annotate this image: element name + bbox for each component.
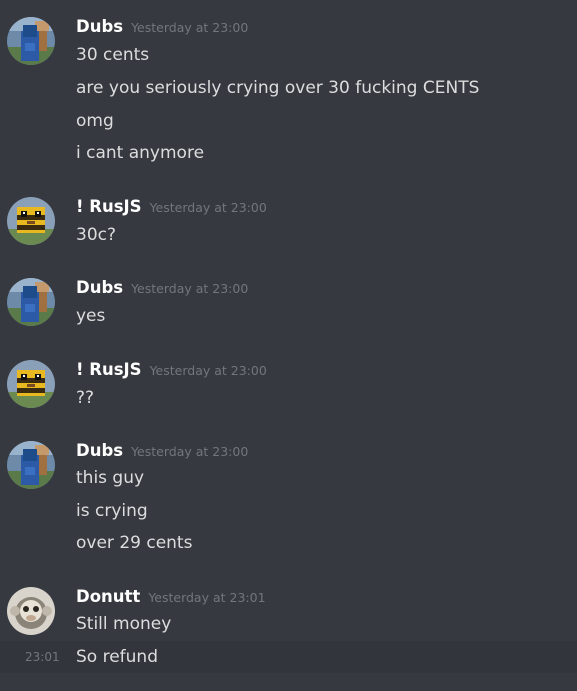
author-name[interactable]: Dubs	[76, 278, 123, 297]
message-text: Still money	[76, 614, 172, 634]
message-text: over 29 cents	[76, 533, 193, 553]
message-timestamp[interactable]: Yesterday at 23:00	[131, 281, 248, 296]
minecraft-blue-avatar-icon[interactable]	[7, 278, 55, 326]
monkey-avatar-icon[interactable]	[7, 587, 55, 635]
message-timestamp[interactable]: Yesterday at 23:00	[150, 200, 267, 215]
message-text: yes	[76, 306, 106, 326]
message-header: Dubs Yesterday at 23:00	[76, 441, 248, 465]
author-name[interactable]: Dubs	[76, 441, 123, 460]
author-name[interactable]: ! RusJS	[76, 197, 142, 216]
message-text: is crying	[76, 501, 148, 521]
message-text: this guy	[76, 468, 145, 488]
message-text: i cant anymore	[76, 143, 205, 163]
bee-avatar-icon[interactable]	[7, 360, 55, 408]
message-header: ! RusJS Yesterday at 23:00	[76, 360, 267, 384]
message-timestamp[interactable]: Yesterday at 23:00	[131, 444, 248, 459]
minecraft-blue-avatar-icon[interactable]	[7, 17, 55, 65]
message-text: omg	[76, 111, 114, 131]
author-name[interactable]: Donutt	[76, 587, 140, 606]
message-header: Donutt Yesterday at 23:01	[76, 587, 266, 611]
message-timestamp[interactable]: Yesterday at 23:00	[131, 20, 248, 35]
message-text: So refund	[76, 647, 158, 667]
author-name[interactable]: ! RusJS	[76, 360, 142, 379]
bee-avatar-icon[interactable]	[7, 197, 55, 245]
message-timestamp[interactable]: Yesterday at 23:00	[150, 363, 267, 378]
message-header: ! RusJS Yesterday at 23:00	[76, 197, 267, 221]
message-text: ??	[76, 388, 95, 408]
message-text: 30 cents	[76, 45, 150, 65]
hover-timestamp[interactable]: 23:01	[25, 650, 60, 664]
message-text: are you seriously crying over 30 fucking…	[76, 78, 480, 98]
message-text: 30c?	[76, 225, 117, 245]
message-header: Dubs Yesterday at 23:00	[76, 17, 248, 41]
minecraft-blue-avatar-icon[interactable]	[7, 441, 55, 489]
author-name[interactable]: Dubs	[76, 17, 123, 36]
message-header: Dubs Yesterday at 23:00	[76, 278, 248, 302]
message-timestamp[interactable]: Yesterday at 23:01	[148, 590, 265, 605]
chat-message-list: Dubs Yesterday at 23:00 30 cents are you …	[0, 0, 577, 691]
